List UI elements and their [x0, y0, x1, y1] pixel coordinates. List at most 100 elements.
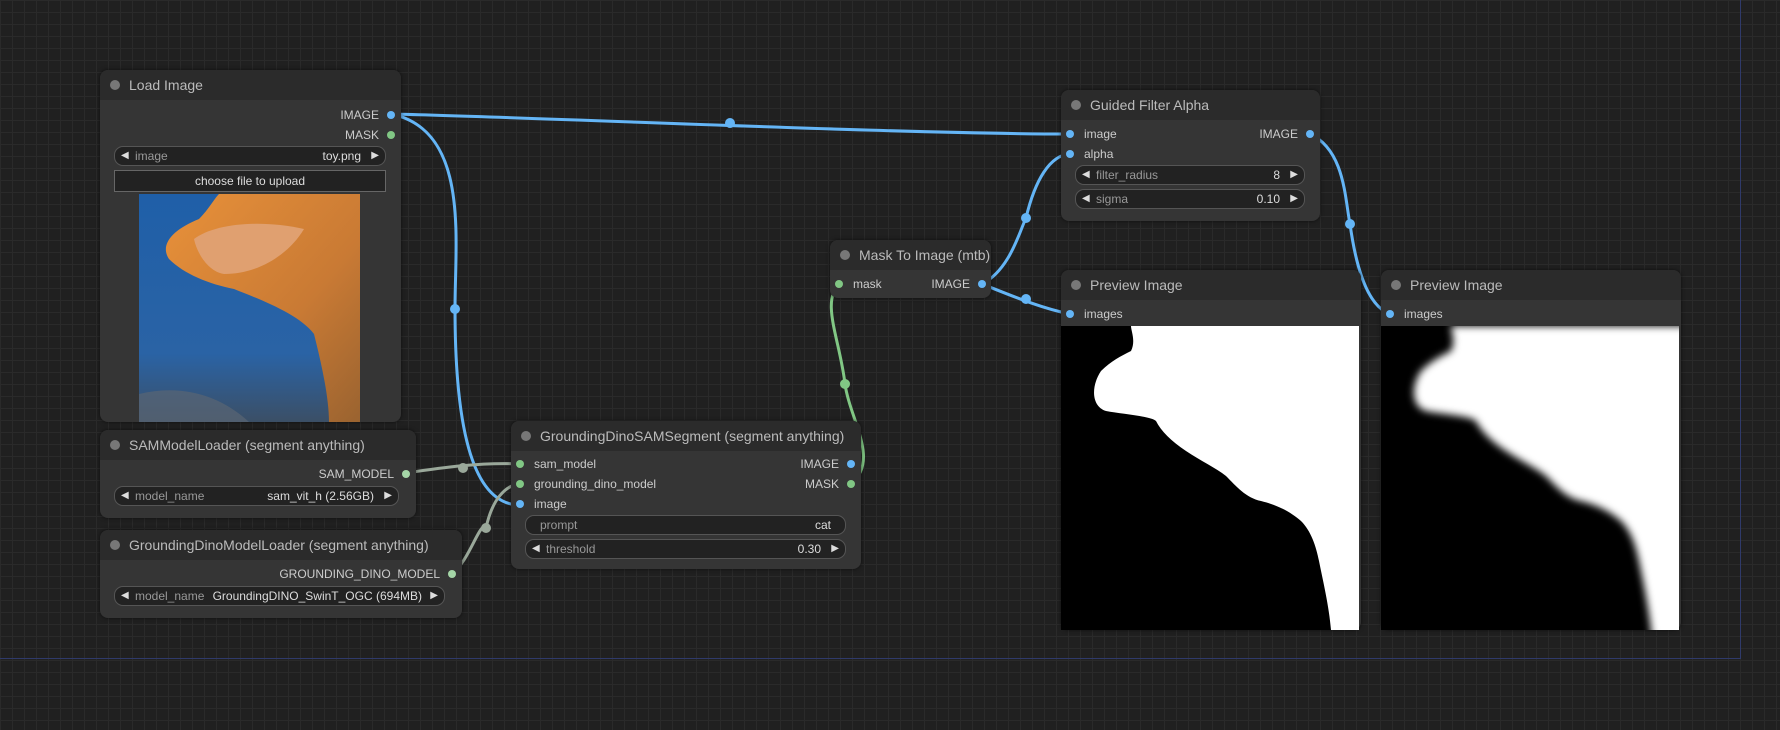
slot-dot-icon[interactable]: [1066, 130, 1074, 138]
output-mask[interactable]: MASK: [345, 126, 395, 144]
output-image[interactable]: IMAGE: [1259, 125, 1314, 143]
widget-label: threshold: [546, 542, 596, 556]
node-title[interactable]: SAMModelLoader (segment anything): [100, 430, 416, 460]
arrow-right-icon[interactable]: ▶: [371, 147, 379, 165]
node-title[interactable]: Guided Filter Alpha: [1061, 90, 1320, 120]
slot-dot-icon[interactable]: [1066, 310, 1074, 318]
link-to-alpha: [981, 152, 1071, 286]
slot-dot-icon[interactable]: [448, 570, 456, 578]
slot-dot-icon[interactable]: [1306, 130, 1314, 138]
hard-mask-image: [1094, 326, 1359, 630]
link-midpoint-dot: [725, 118, 735, 128]
output-image[interactable]: IMAGE: [931, 275, 986, 293]
threshold-slider[interactable]: ◀ threshold 0.30 ▶: [525, 539, 846, 559]
collapse-dot-icon[interactable]: [521, 431, 531, 441]
collapse-dot-icon[interactable]: [110, 540, 120, 550]
widget-value: cat: [814, 518, 831, 532]
widget-label: model_name: [135, 489, 205, 503]
output-image[interactable]: IMAGE: [340, 106, 395, 124]
image-combo[interactable]: ◀ image toy.png ▶: [114, 146, 386, 166]
group-border-right: [1740, 0, 1741, 659]
node-preview-image-1[interactable]: Preview Image images: [1061, 270, 1361, 630]
node-sam-model-loader[interactable]: SAMModelLoader (segment anything) SAM_MO…: [100, 430, 416, 518]
arrow-left-icon[interactable]: ◀: [121, 487, 129, 505]
arrow-right-icon[interactable]: ▶: [384, 487, 392, 505]
collapse-dot-icon[interactable]: [840, 250, 850, 260]
slot-dot-icon[interactable]: [835, 280, 843, 288]
slot-label: mask: [853, 277, 882, 291]
widget-value: GroundingDINO_SwinT_OGC (694MB): [212, 589, 422, 603]
slot-label: image: [534, 497, 567, 511]
node-guided-filter-alpha[interactable]: Guided Filter Alpha image alpha IMAGE ◀ …: [1061, 90, 1320, 221]
arrow-right-icon[interactable]: ▶: [1290, 166, 1298, 184]
prompt-field[interactable]: prompt cat: [525, 515, 846, 535]
slot-dot-icon[interactable]: [516, 460, 524, 468]
node-mask-to-image[interactable]: Mask To Image (mtb) mask IMAGE: [830, 240, 991, 298]
input-images[interactable]: images: [1066, 305, 1123, 323]
node-load-image[interactable]: Load Image IMAGE MASK ◀ image toy.png ▶ …: [100, 70, 401, 422]
input-alpha[interactable]: alpha: [1066, 145, 1113, 163]
filter-radius-slider[interactable]: ◀ filter_radius 8 ▶: [1075, 165, 1305, 185]
link-midpoint-dot: [458, 463, 468, 473]
model-name-combo[interactable]: ◀ model_name sam_vit_h (2.56GB) ▶: [114, 486, 399, 506]
arrow-left-icon[interactable]: ◀: [1082, 166, 1090, 184]
input-mask[interactable]: mask: [835, 275, 882, 293]
slot-dot-icon[interactable]: [1066, 150, 1074, 158]
slot-dot-icon[interactable]: [402, 470, 410, 478]
input-grounding-dino-model[interactable]: grounding_dino_model: [516, 475, 656, 493]
collapse-dot-icon[interactable]: [110, 80, 120, 90]
input-image[interactable]: image: [516, 495, 567, 513]
slot-dot-icon[interactable]: [516, 480, 524, 488]
collapse-dot-icon[interactable]: [1071, 100, 1081, 110]
slot-dot-icon[interactable]: [516, 500, 524, 508]
input-image[interactable]: image: [1066, 125, 1117, 143]
widget-label: prompt: [540, 518, 578, 532]
node-title[interactable]: Mask To Image (mtb): [830, 240, 991, 270]
input-sam-model[interactable]: sam_model: [516, 455, 596, 473]
slot-dot-icon[interactable]: [1386, 310, 1394, 318]
output-mask[interactable]: MASK: [805, 475, 855, 493]
arrow-right-icon[interactable]: ▶: [430, 587, 438, 605]
link-midpoint-dot: [481, 523, 491, 533]
node-graph-canvas[interactable]: Load Image IMAGE MASK ◀ image toy.png ▶ …: [0, 0, 1780, 730]
input-images[interactable]: images: [1386, 305, 1443, 323]
node-title[interactable]: GroundingDinoSAMSegment (segment anythin…: [511, 421, 861, 451]
widget-label: sigma: [1096, 192, 1129, 206]
arrow-left-icon[interactable]: ◀: [1082, 190, 1090, 208]
sigma-slider[interactable]: ◀ sigma 0.10 ▶: [1075, 189, 1305, 209]
node-title[interactable]: Load Image: [100, 70, 401, 100]
widget-value: sam_vit_h (2.56GB): [267, 489, 374, 503]
slot-label: images: [1084, 307, 1123, 321]
link-midpoint-dot: [450, 304, 460, 314]
link-midpoint-dot: [1021, 294, 1031, 304]
model-name-combo[interactable]: ◀ model_name GroundingDINO_SwinT_OGC (69…: [114, 586, 445, 606]
arrow-left-icon[interactable]: ◀: [121, 147, 129, 165]
arrow-right-icon[interactable]: ▶: [1290, 190, 1298, 208]
soft-mask-image: [1414, 326, 1679, 630]
slot-label: SAM_MODEL: [318, 467, 394, 481]
node-grounding-dino-loader[interactable]: GroundingDinoModelLoader (segment anythi…: [100, 530, 462, 618]
arrow-left-icon[interactable]: ◀: [532, 540, 540, 558]
output-grounding-dino-model[interactable]: GROUNDING_DINO_MODEL: [279, 565, 456, 583]
node-preview-image-2[interactable]: Preview Image images: [1381, 270, 1681, 630]
collapse-dot-icon[interactable]: [110, 440, 120, 450]
slot-label: IMAGE: [340, 108, 379, 122]
output-sam-model[interactable]: SAM_MODEL: [319, 465, 410, 483]
slot-dot-icon[interactable]: [847, 460, 855, 468]
node-grounding-dino-sam-segment[interactable]: GroundingDinoSAMSegment (segment anythin…: [511, 421, 861, 569]
node-title[interactable]: Preview Image: [1061, 270, 1361, 300]
collapse-dot-icon[interactable]: [1071, 280, 1081, 290]
slot-label: alpha: [1084, 147, 1114, 161]
output-image[interactable]: IMAGE: [800, 455, 855, 473]
node-title[interactable]: GroundingDinoModelLoader (segment anythi…: [100, 530, 462, 560]
slot-dot-icon[interactable]: [847, 480, 855, 488]
node-title[interactable]: Preview Image: [1381, 270, 1681, 300]
collapse-dot-icon[interactable]: [1391, 280, 1401, 290]
arrow-right-icon[interactable]: ▶: [831, 540, 839, 558]
arrow-left-icon[interactable]: ◀: [121, 587, 129, 605]
slot-dot-icon[interactable]: [387, 131, 395, 139]
slot-dot-icon[interactable]: [387, 111, 395, 119]
slot-label: GROUNDING_DINO_MODEL: [279, 567, 440, 581]
slot-dot-icon[interactable]: [978, 280, 986, 288]
upload-button[interactable]: choose file to upload: [114, 170, 386, 192]
